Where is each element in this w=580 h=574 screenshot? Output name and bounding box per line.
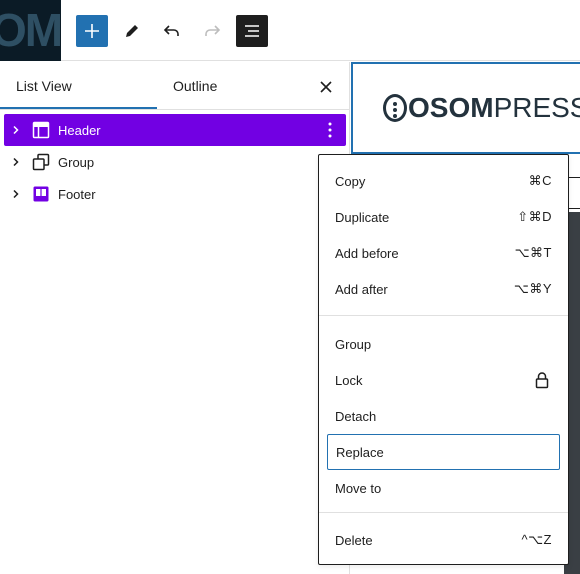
plus-icon — [85, 24, 99, 38]
menu-item-label: Replace — [336, 444, 384, 460]
tab-outline[interactable]: Outline — [173, 62, 217, 110]
menu-item-label: Duplicate — [335, 209, 390, 225]
active-tab-indicator — [0, 107, 157, 109]
list-item-label: Header — [58, 122, 101, 138]
list-item-label: Group — [58, 154, 95, 170]
menu-item-label: Detach — [335, 408, 377, 424]
tools-button[interactable] — [116, 15, 148, 47]
template-part-icon — [30, 114, 52, 146]
menu-item-shortcut: ⌘C — [528, 173, 552, 188]
lock-icon — [535, 372, 549, 389]
expand-toggle[interactable] — [4, 178, 28, 210]
group-icon — [30, 146, 52, 178]
site-logo[interactable]: OM — [0, 0, 61, 61]
site-logo-text: OM — [0, 4, 61, 56]
expand-toggle[interactable] — [4, 114, 28, 146]
undo-button[interactable] — [156, 15, 188, 47]
block-options-button[interactable] — [322, 122, 338, 138]
menu-group-destructive: Delete ^⌥Z — [319, 512, 568, 564]
menu-item-move-to[interactable]: Move to — [327, 470, 560, 506]
block-options-menu: Copy ⌘C Duplicate ⇧⌘D Add before ⌥⌘T Add… — [318, 154, 569, 565]
menu-item-delete[interactable]: Delete ^⌥Z — [327, 522, 560, 558]
panel-tabs: List View Outline — [0, 62, 349, 110]
brand-bold-text: OSOM — [408, 92, 494, 123]
brand-light-text: PRESS — [493, 92, 580, 123]
menu-item-label: Delete — [335, 532, 373, 548]
list-item-footer[interactable]: Footer — [4, 178, 346, 210]
document-overview-button[interactable] — [236, 15, 268, 47]
redo-button[interactable] — [196, 15, 228, 47]
menu-item-lock[interactable]: Lock — [327, 362, 560, 398]
menu-item-copy[interactable]: Copy ⌘C — [327, 163, 560, 199]
list-item-label: Footer — [58, 186, 96, 202]
site-header-block[interactable]: OSOM PRESS — [351, 62, 580, 154]
more-vertical-icon — [328, 122, 332, 138]
list-view-panel: List View Outline Header Group Footer — [0, 62, 350, 574]
redo-icon — [205, 25, 221, 36]
menu-item-add-before[interactable]: Add before ⌥⌘T — [327, 235, 560, 271]
menu-item-label: Lock — [335, 372, 363, 388]
menu-item-group[interactable]: Group — [327, 326, 560, 362]
menu-item-shortcut: ^⌥Z — [521, 532, 552, 547]
menu-group-actions: Group Lock Detach Replace Move to — [319, 315, 568, 511]
menu-item-add-after[interactable]: Add after ⌥⌘Y — [327, 271, 560, 307]
add-block-button[interactable] — [76, 15, 108, 47]
close-icon — [320, 81, 332, 93]
menu-item-label: Add after — [335, 281, 388, 297]
menu-item-shortcut: ⇧⌘D — [517, 209, 552, 224]
expand-toggle[interactable] — [4, 146, 28, 178]
list-view-icon — [245, 25, 259, 37]
chevron-right-icon — [13, 125, 19, 135]
site-brand: OSOM PRESS — [383, 92, 580, 124]
menu-item-duplicate[interactable]: Duplicate ⇧⌘D — [327, 199, 560, 235]
brand-mark-icon — [383, 94, 407, 122]
menu-item-shortcut: ⌥⌘T — [514, 245, 552, 260]
pencil-icon — [126, 25, 138, 37]
menu-item-label: Copy — [335, 173, 366, 189]
menu-item-label: Move to — [335, 480, 382, 496]
undo-icon — [163, 25, 179, 36]
menu-item-replace[interactable]: Replace — [327, 434, 560, 470]
tab-list-view[interactable]: List View — [16, 62, 72, 110]
chevron-right-icon — [13, 157, 19, 167]
menu-group-clipboard: Copy ⌘C Duplicate ⇧⌘D Add before ⌥⌘T Add… — [319, 163, 568, 307]
editor-toolbar: OM — [0, 0, 580, 61]
menu-item-detach[interactable]: Detach — [327, 398, 560, 434]
chevron-right-icon — [13, 189, 19, 199]
list-item-header[interactable]: Header — [4, 114, 346, 146]
template-part-footer-icon — [30, 178, 52, 210]
menu-item-label: Group — [335, 336, 372, 352]
menu-item-label: Add before — [335, 245, 399, 261]
menu-item-shortcut: ⌥⌘Y — [513, 281, 552, 296]
list-item-group[interactable]: Group — [4, 146, 346, 178]
close-panel-button[interactable] — [314, 75, 338, 99]
